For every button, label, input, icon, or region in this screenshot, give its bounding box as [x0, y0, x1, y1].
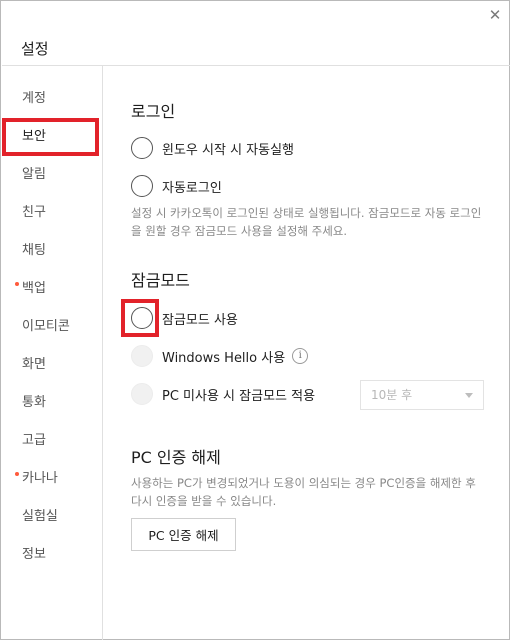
sidebar-item-label: 카나나 — [22, 471, 58, 486]
auto-start-option: 윈도우 시작 시 자동실행 — [131, 136, 294, 160]
idle-time-value: 10분 후 — [371, 388, 413, 402]
sidebar-item-label: 백업 — [22, 281, 46, 296]
sidebar-item-kanana[interactable]: 카나나 — [2, 460, 102, 498]
sidebar-item-security[interactable]: 보안 — [2, 118, 102, 156]
sidebar: 계정 보안 알림 친구 채팅 백업 이모티콘 화면 통화 고급 카나나 실험실 … — [2, 66, 103, 640]
pc-auth-description: 사용하는 PC가 변경되었거나 도용이 의심되는 경우 PC인증을 해제한 후 … — [131, 476, 476, 508]
login-description: 설정 시 카카오톡이 로그인된 상태로 실행됩니다. 잠금모드로 자동 로그인을… — [131, 206, 482, 238]
auto-login-option: 자동로그인 — [131, 174, 222, 198]
window-title: 설정 — [21, 40, 49, 58]
pc-auth-release-button[interactable]: PC 인증 해제 — [131, 518, 236, 551]
idle-lock-radio[interactable] — [131, 383, 153, 405]
idle-time-select[interactable]: 10분 후 — [360, 380, 484, 410]
sidebar-item-labs[interactable]: 실험실 — [2, 498, 102, 536]
notification-dot — [15, 472, 19, 476]
sidebar-item-calls[interactable]: 통화 — [2, 384, 102, 422]
lock-mode-radio[interactable] — [131, 307, 153, 329]
sidebar-item-display[interactable]: 화면 — [2, 346, 102, 384]
sidebar-item-account[interactable]: 계정 — [2, 80, 102, 118]
idle-lock-option: PC 미사용 시 잠금모드 적용 — [131, 382, 315, 406]
lock-mode-label: 잠금모드 사용 — [162, 312, 238, 328]
lock-mode-section-title: 잠금모드 — [131, 271, 190, 290]
windows-hello-radio[interactable] — [131, 345, 153, 367]
login-section-title: 로그인 — [131, 102, 176, 121]
notification-dot — [15, 282, 19, 286]
auto-login-radio[interactable] — [131, 175, 153, 197]
sidebar-item-chat[interactable]: 채팅 — [2, 232, 102, 270]
idle-lock-label: PC 미사용 시 잠금모드 적용 — [162, 388, 316, 404]
auto-login-label: 자동로그인 — [162, 180, 222, 196]
auto-start-label: 윈도우 시작 시 자동실행 — [162, 142, 294, 158]
windows-hello-option: Windows Hello 사용 i — [131, 344, 309, 368]
settings-window: ✕ 설정 계정 보안 알림 친구 채팅 백업 이모티콘 화면 통화 고급 카나나… — [0, 0, 510, 640]
chevron-down-icon — [465, 393, 473, 398]
sidebar-item-backup[interactable]: 백업 — [2, 270, 102, 308]
lock-mode-option: 잠금모드 사용 — [131, 306, 238, 330]
windows-hello-label: Windows Hello 사용 — [162, 350, 286, 366]
auto-start-radio[interactable] — [131, 137, 153, 159]
sidebar-item-emoticons[interactable]: 이모티콘 — [2, 308, 102, 346]
pc-auth-section-title: PC 인증 해제 — [131, 448, 221, 467]
sidebar-item-info[interactable]: 정보 — [2, 536, 102, 574]
sidebar-item-advanced[interactable]: 고급 — [2, 422, 102, 460]
close-icon[interactable]: ✕ — [487, 7, 503, 23]
info-icon[interactable]: i — [292, 348, 309, 364]
sidebar-item-friends[interactable]: 친구 — [2, 194, 102, 232]
sidebar-item-notifications[interactable]: 알림 — [2, 156, 102, 194]
